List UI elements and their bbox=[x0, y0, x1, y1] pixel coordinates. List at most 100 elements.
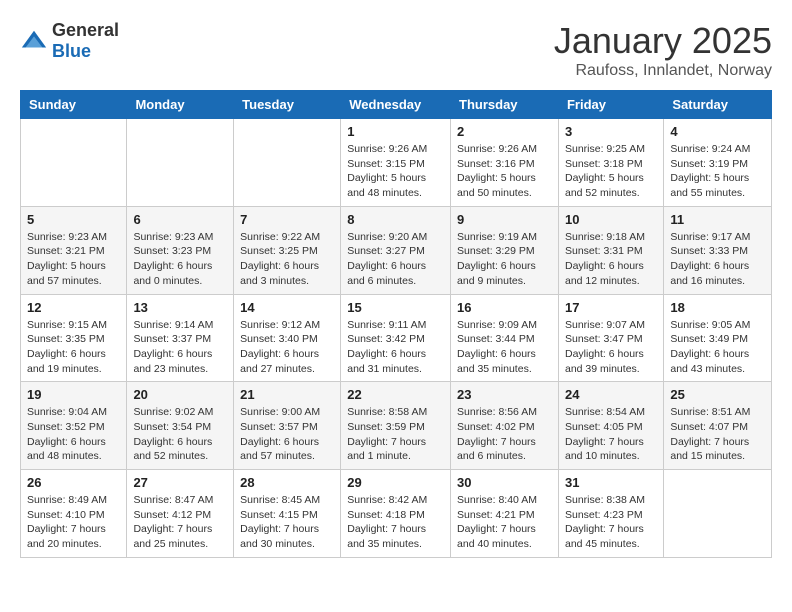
day-info: Sunrise: 8:38 AMSunset: 4:23 PMDaylight:… bbox=[565, 493, 657, 552]
day-cell: 9 Sunrise: 9:19 AMSunset: 3:29 PMDaylight… bbox=[451, 206, 559, 294]
day-info: Sunrise: 9:15 AMSunset: 3:35 PMDaylight:… bbox=[27, 318, 120, 377]
day-cell bbox=[127, 119, 234, 207]
day-cell: 14 Sunrise: 9:12 AMSunset: 3:40 PMDayligh… bbox=[234, 294, 341, 382]
day-number: 28 bbox=[240, 475, 334, 490]
day-number: 26 bbox=[27, 475, 120, 490]
day-number: 19 bbox=[27, 387, 120, 402]
header-cell-friday: Friday bbox=[558, 91, 663, 119]
day-number: 25 bbox=[670, 387, 765, 402]
calendar-body: 1Sunrise: 9:26 AMSunset: 3:15 PMDaylight… bbox=[21, 119, 772, 558]
day-info: Sunrise: 9:26 AMSunset: 3:15 PMDaylight:… bbox=[347, 142, 444, 201]
day-number: 13 bbox=[133, 300, 227, 315]
day-number: 22 bbox=[347, 387, 444, 402]
day-cell: 25Sunrise: 8:51 AMSunset: 4:07 PMDayligh… bbox=[664, 382, 772, 470]
day-cell: 2Sunrise: 9:26 AMSunset: 3:16 PMDaylight… bbox=[451, 119, 559, 207]
day-info: Sunrise: 9:02 AMSunset: 3:54 PMDaylight:… bbox=[133, 405, 227, 464]
day-cell: 26 Sunrise: 8:49 AMSunset: 4:10 PMDayligh… bbox=[21, 470, 127, 558]
day-info: Sunrise: 9:00 AMSunset: 3:57 PMDaylight:… bbox=[240, 405, 334, 464]
day-info: Sunrise: 8:56 AMSunset: 4:02 PMDaylight:… bbox=[457, 405, 552, 464]
day-info: Sunrise: 9:22 AMSunset: 3:25 PMDaylight:… bbox=[240, 230, 334, 289]
day-info: Sunrise: 9:12 AMSunset: 3:40 PMDaylight:… bbox=[240, 318, 334, 377]
day-cell: 19 Sunrise: 9:04 AMSunset: 3:52 PMDayligh… bbox=[21, 382, 127, 470]
day-cell: 4Sunrise: 9:24 AMSunset: 3:19 PMDaylight… bbox=[664, 119, 772, 207]
day-info: Sunrise: 8:58 AMSunset: 3:59 PMDaylight:… bbox=[347, 405, 444, 464]
day-number: 31 bbox=[565, 475, 657, 490]
calendar-header: SundayMondayTuesdayWednesdayThursdayFrid… bbox=[21, 91, 772, 119]
week-row-1: 1Sunrise: 9:26 AMSunset: 3:15 PMDaylight… bbox=[21, 119, 772, 207]
day-info: Sunrise: 9:11 AMSunset: 3:42 PMDaylight:… bbox=[347, 318, 444, 377]
header-cell-thursday: Thursday bbox=[451, 91, 559, 119]
day-info: Sunrise: 9:25 AMSunset: 3:18 PMDaylight:… bbox=[565, 142, 657, 201]
day-info: Sunrise: 9:05 AMSunset: 3:49 PMDaylight:… bbox=[670, 318, 765, 377]
day-cell: 31 Sunrise: 8:38 AMSunset: 4:23 PMDayligh… bbox=[558, 470, 663, 558]
day-cell: 17 Sunrise: 9:07 AMSunset: 3:47 PMDayligh… bbox=[558, 294, 663, 382]
day-number: 7 bbox=[240, 212, 334, 227]
day-number: 14 bbox=[240, 300, 334, 315]
header-cell-monday: Monday bbox=[127, 91, 234, 119]
day-number: 12 bbox=[27, 300, 120, 315]
day-info: Sunrise: 9:20 AMSunset: 3:27 PMDaylight:… bbox=[347, 230, 444, 289]
day-info: Sunrise: 9:07 AMSunset: 3:47 PMDaylight:… bbox=[565, 318, 657, 377]
day-info: Sunrise: 9:18 AMSunset: 3:31 PMDaylight:… bbox=[565, 230, 657, 289]
calendar-title: January 2025 bbox=[554, 20, 772, 62]
day-cell: 21 Sunrise: 9:00 AMSunset: 3:57 PMDayligh… bbox=[234, 382, 341, 470]
day-number: 24 bbox=[565, 387, 657, 402]
header-cell-sunday: Sunday bbox=[21, 91, 127, 119]
logo-icon bbox=[20, 27, 48, 55]
day-cell bbox=[234, 119, 341, 207]
day-cell: 6 Sunrise: 9:23 AMSunset: 3:23 PMDaylight… bbox=[127, 206, 234, 294]
day-cell: 23 Sunrise: 8:56 AMSunset: 4:02 PMDayligh… bbox=[451, 382, 559, 470]
day-cell bbox=[664, 470, 772, 558]
week-row-2: 5 Sunrise: 9:23 AMSunset: 3:21 PMDaylight… bbox=[21, 206, 772, 294]
calendar-subtitle: Raufoss, Innlandet, Norway bbox=[554, 62, 772, 80]
day-number: 21 bbox=[240, 387, 334, 402]
day-number: 17 bbox=[565, 300, 657, 315]
day-info: Sunrise: 9:23 AMSunset: 3:23 PMDaylight:… bbox=[133, 230, 227, 289]
day-info: Sunrise: 8:47 AMSunset: 4:12 PMDaylight:… bbox=[133, 493, 227, 552]
day-cell: 13 Sunrise: 9:14 AMSunset: 3:37 PMDayligh… bbox=[127, 294, 234, 382]
day-number: 8 bbox=[347, 212, 444, 227]
day-number: 10 bbox=[565, 212, 657, 227]
header-cell-saturday: Saturday bbox=[664, 91, 772, 119]
day-cell: 5 Sunrise: 9:23 AMSunset: 3:21 PMDaylight… bbox=[21, 206, 127, 294]
week-row-3: 12 Sunrise: 9:15 AMSunset: 3:35 PMDayligh… bbox=[21, 294, 772, 382]
logo-general: General bbox=[52, 20, 119, 40]
day-info: Sunrise: 8:54 AMSunset: 4:05 PMDaylight:… bbox=[565, 405, 657, 464]
week-row-4: 19 Sunrise: 9:04 AMSunset: 3:52 PMDayligh… bbox=[21, 382, 772, 470]
day-info: Sunrise: 9:14 AMSunset: 3:37 PMDaylight:… bbox=[133, 318, 227, 377]
day-cell bbox=[21, 119, 127, 207]
day-cell: 8 Sunrise: 9:20 AMSunset: 3:27 PMDaylight… bbox=[341, 206, 451, 294]
day-number: 20 bbox=[133, 387, 227, 402]
day-number: 6 bbox=[133, 212, 227, 227]
day-number: 5 bbox=[27, 212, 120, 227]
logo: General Blue bbox=[20, 20, 119, 62]
week-row-5: 26 Sunrise: 8:49 AMSunset: 4:10 PMDayligh… bbox=[21, 470, 772, 558]
day-info: Sunrise: 9:04 AMSunset: 3:52 PMDaylight:… bbox=[27, 405, 120, 464]
day-cell: 3 Sunrise: 9:25 AMSunset: 3:18 PMDaylight… bbox=[558, 119, 663, 207]
day-cell: 28Sunrise: 8:45 AMSunset: 4:15 PMDayligh… bbox=[234, 470, 341, 558]
day-number: 9 bbox=[457, 212, 552, 227]
day-info: Sunrise: 9:24 AMSunset: 3:19 PMDaylight:… bbox=[670, 142, 765, 201]
day-cell: 1Sunrise: 9:26 AMSunset: 3:15 PMDaylight… bbox=[341, 119, 451, 207]
day-cell: 16Sunrise: 9:09 AMSunset: 3:44 PMDayligh… bbox=[451, 294, 559, 382]
day-info: Sunrise: 9:19 AMSunset: 3:29 PMDaylight:… bbox=[457, 230, 552, 289]
day-number: 29 bbox=[347, 475, 444, 490]
day-cell: 27Sunrise: 8:47 AMSunset: 4:12 PMDayligh… bbox=[127, 470, 234, 558]
day-info: Sunrise: 9:23 AMSunset: 3:21 PMDaylight:… bbox=[27, 230, 120, 289]
day-number: 23 bbox=[457, 387, 552, 402]
day-info: Sunrise: 8:40 AMSunset: 4:21 PMDaylight:… bbox=[457, 493, 552, 552]
day-cell: 15 Sunrise: 9:11 AMSunset: 3:42 PMDayligh… bbox=[341, 294, 451, 382]
day-number: 3 bbox=[565, 124, 657, 139]
day-cell: 7 Sunrise: 9:22 AMSunset: 3:25 PMDaylight… bbox=[234, 206, 341, 294]
day-info: Sunrise: 9:17 AMSunset: 3:33 PMDaylight:… bbox=[670, 230, 765, 289]
header-row: SundayMondayTuesdayWednesdayThursdayFrid… bbox=[21, 91, 772, 119]
day-cell: 11Sunrise: 9:17 AMSunset: 3:33 PMDayligh… bbox=[664, 206, 772, 294]
logo-blue: Blue bbox=[52, 41, 91, 61]
day-info: Sunrise: 8:42 AMSunset: 4:18 PMDaylight:… bbox=[347, 493, 444, 552]
day-info: Sunrise: 8:49 AMSunset: 4:10 PMDaylight:… bbox=[27, 493, 120, 552]
day-number: 16 bbox=[457, 300, 552, 315]
page-header: General Blue January 2025 Raufoss, Innla… bbox=[20, 20, 772, 80]
day-number: 15 bbox=[347, 300, 444, 315]
title-block: January 2025 Raufoss, Innlandet, Norway bbox=[554, 20, 772, 80]
day-info: Sunrise: 9:26 AMSunset: 3:16 PMDaylight:… bbox=[457, 142, 552, 201]
